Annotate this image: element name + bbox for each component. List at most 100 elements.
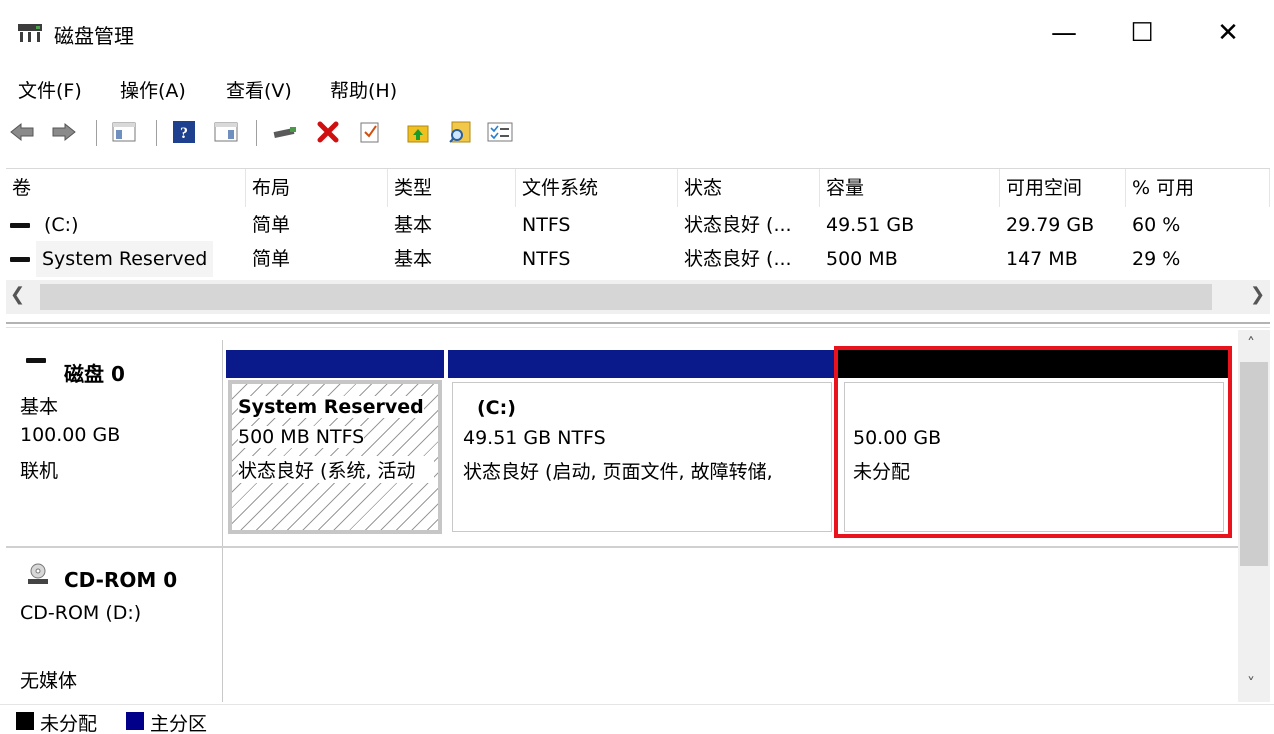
partition-bar bbox=[226, 350, 444, 378]
vertical-scroll-thumb[interactable] bbox=[1240, 362, 1268, 566]
cell-percent-free: 29 % bbox=[1132, 248, 1181, 270]
minimize-button[interactable]: — bbox=[1034, 10, 1094, 56]
minimize-icon: — bbox=[1051, 18, 1077, 48]
disk-size: 100.00 GB bbox=[20, 424, 121, 446]
partition-size: 500 MB NTFS bbox=[238, 426, 365, 448]
legend-swatch-primary bbox=[126, 712, 144, 730]
cell-type: 基本 bbox=[394, 248, 433, 270]
legend-label-primary: 主分区 bbox=[150, 713, 208, 734]
legend-label-unallocated: 未分配 bbox=[40, 713, 98, 734]
menu-action[interactable]: 操作(A) bbox=[120, 76, 186, 103]
disk-layout-pane: 磁盘 0 基本 100.00 GB 联机 System Reserved 500… bbox=[6, 330, 1238, 702]
cell-filesystem: NTFS bbox=[522, 214, 571, 236]
help-icon[interactable]: ? bbox=[170, 118, 198, 146]
back-icon[interactable] bbox=[8, 118, 36, 146]
close-button[interactable]: ✕ bbox=[1198, 10, 1258, 56]
cell-capacity: 49.51 GB bbox=[826, 214, 915, 236]
menu-bar: 文件(F) 操作(A) 查看(V) 帮助(H) bbox=[0, 66, 1274, 108]
table-header: 卷 布局 类型 文件系统 状态 容量 可用空间 % 可用 bbox=[6, 169, 1270, 207]
cdrom-drive: CD-ROM (D:) bbox=[20, 602, 142, 624]
search-icon[interactable] bbox=[446, 118, 474, 146]
column-header-filesystem[interactable]: 文件系统 bbox=[516, 169, 678, 207]
forward-icon[interactable] bbox=[50, 118, 78, 146]
cell-layout: 简单 bbox=[252, 248, 291, 270]
disk-0-label[interactable]: 磁盘 0 基本 100.00 GB 联机 bbox=[6, 330, 222, 546]
column-header-free-space[interactable]: 可用空间 bbox=[1000, 169, 1126, 207]
cell-layout: 简单 bbox=[252, 214, 291, 236]
table-row[interactable]: System Reserved 简单 基本 NTFS 状态良好 (... 500… bbox=[6, 241, 1270, 277]
divider bbox=[222, 340, 223, 546]
partition-c[interactable]: (C:) 49.51 GB NTFS 状态良好 (启动, 页面文件, 故障转储, bbox=[448, 350, 834, 536]
cdrom-0-label[interactable]: CD-ROM 0 CD-ROM (D:) 无媒体 bbox=[6, 548, 222, 702]
maximize-button[interactable]: ☐ bbox=[1112, 10, 1172, 56]
partition-status: 未分配 bbox=[853, 461, 911, 483]
partition-bar bbox=[448, 350, 834, 378]
drive-icon bbox=[10, 257, 30, 262]
menu-file[interactable]: 文件(F) bbox=[18, 76, 82, 103]
scroll-right-icon[interactable]: ❯ bbox=[1250, 284, 1265, 305]
disk-title: 磁盘 0 bbox=[64, 362, 125, 386]
partition-system-reserved[interactable]: System Reserved 500 MB NTFS 状态良好 (系统, 活动 bbox=[226, 350, 444, 536]
legend-swatch-unallocated bbox=[16, 712, 34, 730]
column-header-volume[interactable]: 卷 bbox=[6, 169, 246, 207]
column-header-percent-free[interactable]: % 可用 bbox=[1126, 169, 1270, 207]
column-header-capacity[interactable]: 容量 bbox=[820, 169, 1000, 207]
disk-icon bbox=[26, 358, 46, 363]
pane-splitter[interactable] bbox=[6, 322, 1270, 328]
title-bar: 磁盘管理 — ☐ ✕ bbox=[0, 0, 1274, 64]
action-pane-icon[interactable] bbox=[212, 118, 240, 146]
divider bbox=[222, 548, 223, 702]
column-header-status[interactable]: 状态 bbox=[678, 169, 820, 207]
disk-status: 联机 bbox=[20, 460, 59, 482]
scroll-up-icon[interactable]: ˄ bbox=[1247, 334, 1255, 353]
menu-view[interactable]: 查看(V) bbox=[226, 76, 292, 103]
properties-icon[interactable] bbox=[486, 118, 514, 146]
legend: 未分配 主分区 bbox=[0, 704, 1274, 734]
cell-percent-free: 60 % bbox=[1132, 214, 1181, 236]
cell-status: 状态良好 (... bbox=[684, 248, 792, 270]
vertical-scrollbar[interactable]: ˄ ˅ bbox=[1238, 330, 1270, 702]
toolbar-separator bbox=[96, 120, 97, 146]
connect-drive-icon[interactable] bbox=[272, 118, 300, 146]
partition-size: 49.51 GB NTFS bbox=[463, 427, 606, 449]
partition-name: (C:) bbox=[477, 397, 516, 419]
window-title: 磁盘管理 bbox=[54, 24, 134, 48]
partition-unallocated[interactable]: 50.00 GB 未分配 bbox=[834, 346, 1232, 538]
check-icon[interactable] bbox=[356, 118, 384, 146]
delete-icon[interactable] bbox=[314, 118, 342, 146]
scroll-left-icon[interactable]: ❮ bbox=[10, 284, 25, 305]
toolbar-separator bbox=[256, 120, 257, 146]
column-header-layout[interactable]: 布局 bbox=[246, 169, 388, 207]
menu-help[interactable]: 帮助(H) bbox=[330, 76, 397, 103]
partition-body: (C:) 49.51 GB NTFS 状态良好 (启动, 页面文件, 故障转储, bbox=[452, 382, 832, 532]
partition-body: 50.00 GB 未分配 bbox=[844, 382, 1224, 532]
up-folder-icon[interactable] bbox=[404, 118, 432, 146]
horizontal-scrollbar[interactable]: ❮ ❯ bbox=[6, 280, 1270, 314]
toolbar: ? bbox=[0, 110, 1274, 154]
disk-type: 基本 bbox=[20, 396, 59, 418]
disk-title: CD-ROM 0 bbox=[64, 568, 178, 592]
table-row[interactable]: (C:) 简单 基本 NTFS 状态良好 (... 49.51 GB 29.79… bbox=[6, 207, 1270, 243]
maximize-icon: ☐ bbox=[1130, 18, 1154, 48]
partition-status: 状态良好 (系统, 活动 bbox=[238, 456, 434, 483]
cell-free-space: 29.79 GB bbox=[1006, 214, 1095, 236]
cell-type: 基本 bbox=[394, 214, 433, 236]
partition-body: System Reserved 500 MB NTFS 状态良好 (系统, 活动 bbox=[228, 380, 442, 534]
cell-free-space: 147 MB bbox=[1006, 248, 1078, 270]
svg-text:?: ? bbox=[180, 125, 188, 142]
cdrom-icon bbox=[28, 563, 48, 584]
partition-name: System Reserved bbox=[238, 396, 424, 418]
disk-management-icon bbox=[16, 22, 44, 44]
cdrom-status: 无媒体 bbox=[20, 670, 78, 692]
partition-status: 状态良好 (启动, 页面文件, 故障转储, bbox=[463, 461, 773, 483]
cell-status: 状态良好 (... bbox=[684, 214, 792, 236]
partition-size: 50.00 GB bbox=[853, 427, 942, 449]
console-tree-icon[interactable] bbox=[110, 118, 138, 146]
column-header-type[interactable]: 类型 bbox=[388, 169, 516, 207]
partition-bar bbox=[838, 350, 1230, 378]
cell-capacity: 500 MB bbox=[826, 248, 898, 270]
cell-volume: (C:) bbox=[44, 214, 79, 236]
scroll-down-icon[interactable]: ˅ bbox=[1247, 674, 1255, 693]
drive-icon bbox=[10, 223, 30, 228]
horizontal-scroll-thumb[interactable] bbox=[40, 284, 1212, 310]
